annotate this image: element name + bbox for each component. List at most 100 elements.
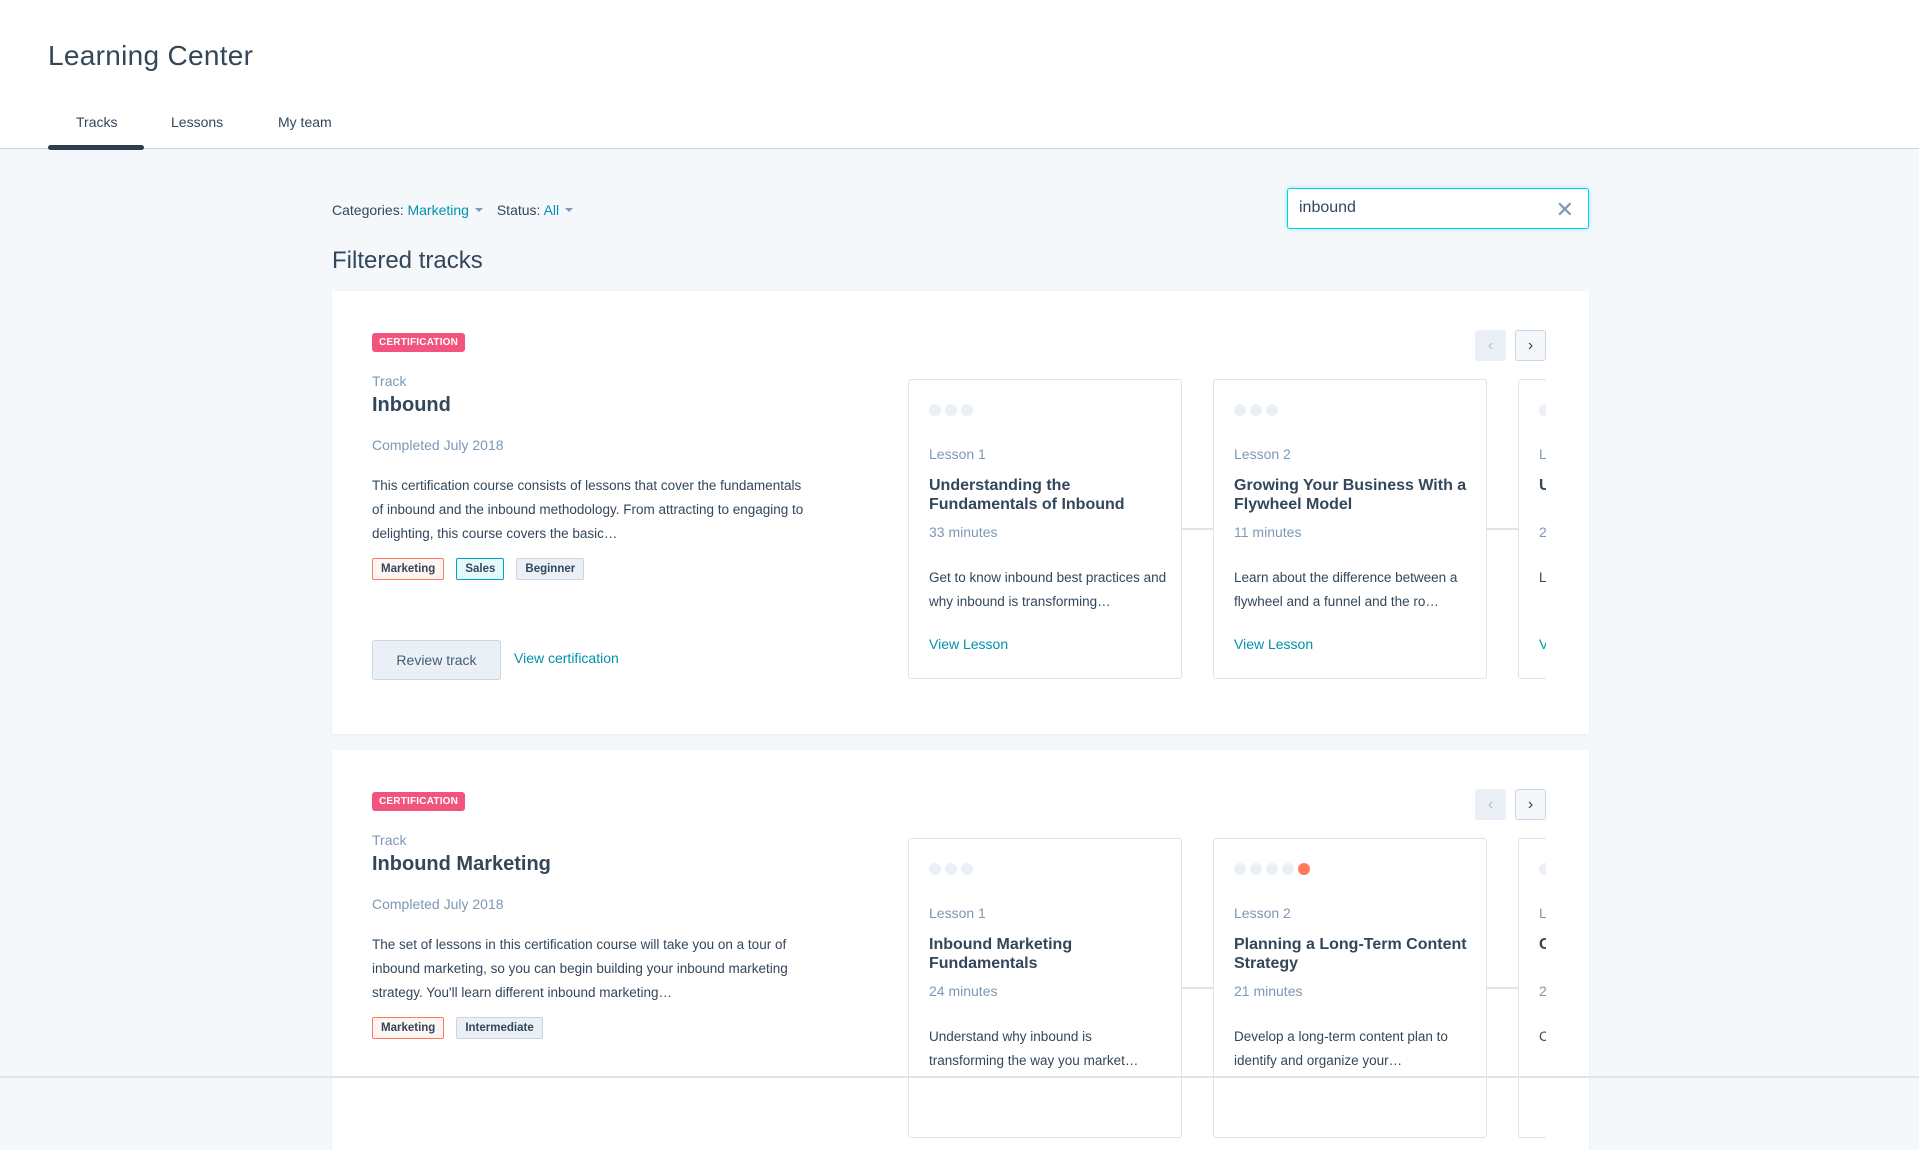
filter-bar: Categories: Marketing Status: All (332, 202, 583, 218)
progress-dot (1266, 863, 1278, 875)
caret-down-icon[interactable] (565, 208, 574, 213)
lesson-carousel: Lesson 1 Inbound Marketing Fundamentals 24… (908, 838, 1546, 1138)
categories-dropdown[interactable]: Marketing (407, 202, 468, 218)
progress-dot (1539, 404, 1546, 416)
progress-dot (1250, 404, 1262, 416)
track-label: Track (372, 832, 407, 848)
lesson-card[interactable]: Lesson 2 Growing Your Business With a Fly… (1213, 379, 1487, 679)
progress-dots (1539, 863, 1546, 875)
progress-dots (1234, 404, 1278, 416)
lesson-number: Lesson 1 (929, 905, 986, 921)
track-description: This certification course consists of le… (372, 478, 804, 541)
lesson-duration: 21 minutes (1234, 983, 1303, 999)
progress-dots (1539, 404, 1546, 416)
completion-status: Completed July 2018 (372, 896, 504, 912)
lesson-card[interactable]: Lesson 1 Inbound Marketing Fundamentals 24… (908, 838, 1182, 1138)
progress-dot (961, 863, 973, 875)
progress-dot (1266, 404, 1278, 416)
track-description: The set of lessons in this certification… (372, 937, 788, 1000)
lesson-card[interactable]: Le C 2 C fc (1518, 838, 1546, 1138)
track-name: Inbound (372, 394, 451, 416)
lesson-title: C (1539, 936, 1546, 953)
lesson-number: Lesson 2 (1234, 905, 1291, 921)
previous-button[interactable]: ‹ (1475, 330, 1506, 361)
lesson-description: Develop a long-term content plan to iden… (1234, 1029, 1448, 1068)
progress-dots (929, 404, 973, 416)
track-card: CERTIFICATION Track Inbound Marketing Compl… (332, 750, 1589, 1150)
lesson-title: Growing Your Business With a Flywheel Mo… (1234, 477, 1467, 513)
track-card: CERTIFICATION Track Inbound Completed July … (332, 291, 1589, 734)
certification-badge: CERTIFICATION (372, 333, 466, 352)
view-lesson-link[interactable]: View Lesson (929, 636, 1008, 652)
lesson-card[interactable]: Lesson 1 Understanding the Fundamentals o… (908, 379, 1182, 679)
progress-dot (929, 863, 941, 875)
status-dropdown[interactable]: All (544, 202, 560, 218)
lesson-number: Lesson 2 (1234, 446, 1291, 462)
chevron-left-icon: ‹ (1487, 795, 1494, 813)
lesson-card[interactable]: Le U P 2 Le th V (1518, 379, 1546, 679)
close-icon[interactable]: ✕ (1556, 197, 1574, 223)
tag-list: Marketing Intermediate (372, 1017, 543, 1039)
lesson-duration: 33 minutes (929, 524, 998, 540)
next-button[interactable]: › (1515, 789, 1546, 820)
progress-dot (929, 404, 941, 416)
lesson-description: Understand why inbound is transforming t… (929, 1029, 1139, 1068)
lesson-description: C fc (1539, 1029, 1546, 1044)
lesson-duration: 24 minutes (929, 983, 998, 999)
progress-dot (1234, 404, 1246, 416)
page-header: Learning Center Tracks Lessons My team (0, 0, 1919, 150)
progress-dot (1539, 863, 1546, 875)
search-input[interactable] (1299, 199, 1539, 217)
tag: Marketing (372, 1017, 445, 1039)
section-title: Filtered tracks (332, 247, 483, 274)
progress-dot (961, 404, 973, 416)
lesson-duration: 11 minutes (1234, 524, 1302, 540)
progress-dots (929, 863, 973, 875)
review-track-button[interactable]: Review track (372, 640, 501, 680)
progress-dots (1234, 863, 1310, 875)
tab-lessons[interactable]: Lessons (171, 114, 223, 130)
view-lesson-link[interactable]: View Lesson (1234, 636, 1313, 652)
progress-dot (945, 404, 957, 416)
page-title: Learning Center (48, 40, 254, 71)
progress-dot (945, 863, 957, 875)
lesson-number: Le (1539, 905, 1546, 921)
lesson-carousel: Lesson 1 Understanding the Fundamentals o… (908, 379, 1546, 679)
lesson-description: Learn about the difference between a fly… (1234, 570, 1458, 609)
track-name: Inbound Marketing (372, 853, 551, 875)
lesson-description: Le th (1539, 570, 1546, 585)
tag-list: Marketing Sales Beginner (372, 558, 585, 580)
view-lesson-link[interactable]: V (1539, 636, 1546, 652)
lesson-duration: 2 (1539, 524, 1546, 540)
certification-badge: CERTIFICATION (372, 792, 466, 811)
tag: Marketing (372, 558, 445, 580)
lesson-title: Planning a Long-Term Content Strategy (1234, 936, 1467, 972)
lesson-title: Understanding the Fundamentals of Inboun… (929, 477, 1125, 513)
tab-my-team[interactable]: My team (278, 114, 332, 130)
status-label: Status: (496, 202, 541, 218)
tag: Intermediate (456, 1017, 543, 1039)
lesson-card[interactable]: Lesson 2 Planning a Long-Term Content Str… (1213, 838, 1487, 1138)
tab-tracks[interactable]: Tracks (76, 114, 117, 130)
progress-dot (1298, 863, 1310, 875)
chevron-right-icon: › (1527, 795, 1534, 813)
lesson-number: Lesson 1 (929, 446, 986, 462)
lesson-title: Inbound Marketing Fundamentals (929, 936, 1073, 972)
view-certification-link[interactable]: View certification (514, 650, 619, 666)
caret-down-icon[interactable] (474, 208, 483, 213)
progress-dot (1282, 863, 1294, 875)
lesson-description: Get to know inbound best practices and w… (929, 570, 1167, 609)
next-button[interactable]: › (1515, 330, 1546, 361)
completion-status: Completed July 2018 (372, 437, 504, 453)
progress-dot (1234, 863, 1246, 875)
search-box[interactable]: ✕ (1287, 188, 1589, 229)
chevron-left-icon: ‹ (1487, 336, 1494, 354)
progress-dot (1250, 863, 1262, 875)
previous-button[interactable]: ‹ (1475, 789, 1506, 820)
track-label: Track (372, 373, 407, 389)
categories-label: Categories: (332, 202, 404, 218)
lesson-number: Le (1539, 446, 1546, 462)
active-tab-indicator (48, 145, 144, 150)
tag: Sales (456, 558, 505, 580)
chevron-right-icon: › (1527, 336, 1534, 354)
